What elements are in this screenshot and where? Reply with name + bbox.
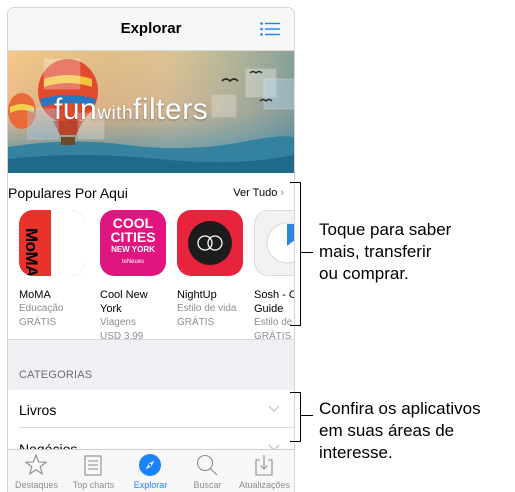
category-label: Livros	[19, 402, 57, 418]
top-charts-icon	[84, 455, 102, 476]
divider	[19, 427, 294, 428]
compass-icon	[139, 454, 161, 476]
callout-bracket-popular	[290, 182, 301, 326]
cool-cities-app-icon: COOL CITIES NEW YORK teNeues	[100, 210, 166, 276]
list-icon[interactable]	[260, 22, 280, 36]
tab-explorar[interactable]: Explorar	[122, 450, 179, 492]
app-card-sosh[interactable]: Sosh - C Guide Estilo de GRÁTIS	[254, 210, 294, 344]
app-category: Viagens	[100, 317, 136, 328]
app-category: Estilo de vida	[177, 303, 237, 314]
callout-popular: Toque para saber mais, transferir ou com…	[319, 220, 452, 283]
callout-categories: Confira os aplicativos em suas áreas de …	[319, 399, 481, 462]
banner-headline: funwithfilters	[54, 93, 209, 126]
tab-atualizacoes[interactable]: Atualizações	[236, 450, 293, 492]
tab-bar: Destaques Top charts Explorar Buscar Atu…	[8, 449, 294, 492]
callout-line-categories	[301, 415, 313, 416]
app-category: Educação	[19, 303, 64, 314]
callout-line-popular	[301, 252, 313, 253]
star-icon	[24, 453, 48, 476]
featured-banner[interactable]: funwithfilters	[8, 51, 294, 173]
tab-top-charts[interactable]: Top charts	[65, 450, 122, 492]
tab-destaques[interactable]: Destaques	[8, 450, 65, 492]
sosh-app-icon	[254, 210, 294, 276]
app-name: Cool New York	[100, 289, 148, 315]
phone-screen: Explorar funwithfilters Populares Por Aq…	[8, 8, 294, 492]
category-row-livros[interactable]: Livros	[8, 390, 294, 428]
page-title: Explorar	[120, 20, 182, 37]
navigation-bar: Explorar	[8, 8, 294, 51]
tab-buscar[interactable]: Buscar	[179, 450, 236, 492]
popular-title: Populares Por Aqui	[8, 185, 128, 201]
moma-app-icon: MoMA	[19, 210, 85, 276]
app-category: Estilo de	[254, 317, 293, 328]
see-all-link[interactable]: Ver Tudo ›	[233, 187, 284, 199]
app-name: Sosh - C Guide	[254, 289, 294, 315]
app-name: NightUp	[177, 289, 217, 301]
app-card-moma[interactable]: MoMA MoMA Educação GRÁTIS	[19, 210, 89, 330]
search-icon	[196, 454, 218, 476]
categories-title: CATEGORIAS	[19, 369, 93, 381]
chevron-down-icon	[268, 405, 280, 412]
app-card-nightup[interactable]: NightUp Estilo de vida GRÁTIS	[177, 210, 247, 330]
app-card-cool-new-york[interactable]: COOL CITIES NEW YORK teNeues Cool New Yor…	[100, 210, 170, 344]
callout-bracket-categories	[290, 392, 301, 442]
app-name: MoMA	[19, 289, 51, 301]
categories-header: CATEGORIAS	[8, 339, 294, 390]
popular-header: Populares Por Aqui Ver Tudo ›	[8, 173, 294, 203]
app-price: GRÁTIS	[19, 317, 57, 328]
app-price: GRÁTIS	[177, 317, 215, 328]
updates-icon	[255, 455, 273, 476]
nightup-app-icon	[177, 210, 243, 276]
